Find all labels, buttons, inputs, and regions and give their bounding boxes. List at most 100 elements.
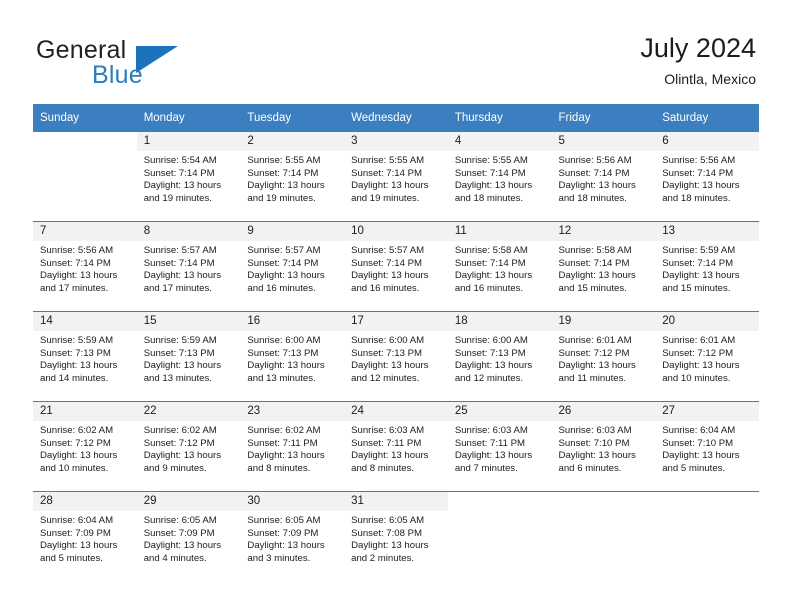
daylight-duration-line2: and 17 minutes.: [143, 282, 212, 294]
sunset-time: Sunset: 7:14 PM: [247, 257, 319, 269]
daylight-duration-line2: and 9 minutes.: [143, 462, 207, 474]
daylight-duration-line1: Daylight: 13 hours: [143, 180, 222, 192]
sunset-time: Sunset: 7:11 PM: [351, 437, 422, 449]
day-details: Sunrise: 5:55 AM Sunset: 7:14 PM Daylight:…: [240, 151, 344, 205]
day-number: 24: [344, 402, 448, 421]
day-details: Sunrise: 5:59 AM Sunset: 7:13 PM Daylight:…: [137, 331, 241, 385]
calendar-day-cell[interactable]: 12 Sunrise: 5:58 AM Sunset: 7:14 PM Dayligh…: [551, 222, 656, 311]
sunset-time: Sunset: 7:14 PM: [143, 167, 215, 179]
calendar-day-cell[interactable]: 21 Sunrise: 6:02 AM Sunset: 7:12 PM Dayligh…: [33, 402, 137, 491]
calendar-day-cell[interactable]: 2 Sunrise: 5:55 AM Sunset: 7:14 PM Daylight…: [240, 132, 345, 221]
daylight-duration-line1: Daylight: 13 hours: [40, 360, 118, 372]
sunrise-time: Sunrise: 6:00 AM: [454, 335, 528, 346]
calendar-week-row: 21 Sunrise: 6:02 AM Sunset: 7:12 PM Dayligh…: [33, 401, 759, 492]
daylight-duration-line2: and 7 minutes.: [454, 462, 518, 474]
sunrise-time: Sunrise: 5:54 AM: [143, 155, 217, 166]
day-number: 20: [655, 312, 759, 331]
calendar-day-cell[interactable]: 17 Sunrise: 6:00 AM Sunset: 7:13 PM Dayligh…: [344, 312, 448, 401]
calendar-day-cell[interactable]: 11 Sunrise: 5:58 AM Sunset: 7:14 PM Dayligh…: [447, 222, 552, 311]
sunrise-time: Sunrise: 6:05 AM: [247, 515, 321, 526]
daylight-duration-line2: and 12 minutes.: [454, 372, 524, 384]
daylight-duration-line2: and 19 minutes.: [143, 192, 212, 204]
day-number: 16: [240, 312, 345, 331]
daylight-duration-line1: Daylight: 13 hours: [247, 540, 325, 552]
daylight-duration-line1: Daylight: 13 hours: [662, 270, 740, 282]
daylight-duration-line1: Daylight: 13 hours: [247, 360, 325, 372]
day-details: Sunrise: 6:05 AM Sunset: 7:09 PM Daylight:…: [240, 511, 344, 565]
calendar-day-cell[interactable]: 15 Sunrise: 5:59 AM Sunset: 7:13 PM Dayligh…: [136, 312, 241, 401]
calendar-day-cell-empty: [33, 132, 137, 221]
daylight-duration-line2: and 14 minutes.: [40, 372, 109, 384]
weekday-header-saturday: Saturday: [655, 104, 759, 132]
daylight-duration-line2: and 18 minutes.: [454, 192, 524, 204]
calendar-day-cell[interactable]: 5 Sunrise: 5:56 AM Sunset: 7:14 PM Daylight…: [551, 132, 656, 221]
daylight-duration-line1: Daylight: 13 hours: [662, 360, 740, 372]
calendar-day-cell[interactable]: 3 Sunrise: 5:55 AM Sunset: 7:14 PM Daylight…: [344, 132, 448, 221]
sunrise-time: Sunrise: 6:01 AM: [662, 335, 736, 346]
calendar-day-cell[interactable]: 7 Sunrise: 5:56 AM Sunset: 7:14 PM Daylight…: [33, 222, 137, 311]
calendar-day-cell[interactable]: 19 Sunrise: 6:01 AM Sunset: 7:12 PM Dayligh…: [551, 312, 656, 401]
daylight-duration-line1: Daylight: 13 hours: [40, 450, 118, 462]
day-number: 14: [33, 312, 137, 331]
brand-name-blue: Blue: [92, 61, 143, 89]
calendar-day-cell[interactable]: 13 Sunrise: 5:59 AM Sunset: 7:14 PM Dayligh…: [655, 222, 759, 311]
calendar-day-cell[interactable]: 24 Sunrise: 6:03 AM Sunset: 7:11 PM Dayligh…: [344, 402, 448, 491]
sunrise-time: Sunrise: 5:58 AM: [558, 245, 632, 256]
daylight-duration-line1: Daylight: 13 hours: [662, 450, 740, 462]
calendar-day-cell[interactable]: 31 Sunrise: 6:05 AM Sunset: 7:08 PM Dayligh…: [344, 492, 448, 581]
day-number: 1: [136, 132, 241, 151]
day-details: Sunrise: 5:57 AM Sunset: 7:14 PM Daylight:…: [137, 241, 241, 295]
calendar-day-cell[interactable]: 25 Sunrise: 6:03 AM Sunset: 7:11 PM Dayligh…: [447, 402, 552, 491]
day-details: Sunrise: 5:57 AM Sunset: 7:14 PM Daylight:…: [240, 241, 344, 295]
calendar-day-cell[interactable]: 10 Sunrise: 5:57 AM Sunset: 7:14 PM Dayligh…: [344, 222, 448, 311]
day-details: Sunrise: 6:04 AM Sunset: 7:09 PM Daylight:…: [33, 511, 137, 565]
day-details: Sunrise: 6:02 AM Sunset: 7:12 PM Daylight:…: [33, 421, 137, 475]
calendar-week-row: 7 Sunrise: 5:56 AM Sunset: 7:14 PM Daylight…: [33, 221, 759, 312]
daylight-duration-line2: and 15 minutes.: [662, 282, 731, 294]
calendar-day-cell[interactable]: 26 Sunrise: 6:03 AM Sunset: 7:10 PM Dayligh…: [551, 402, 656, 491]
brand-logo[interactable]: General Blue: [36, 36, 296, 92]
daylight-duration-line2: and 18 minutes.: [662, 192, 731, 204]
day-number: 13: [655, 222, 759, 241]
day-details: Sunrise: 5:58 AM Sunset: 7:14 PM Daylight:…: [552, 241, 656, 295]
daylight-duration-line1: Daylight: 13 hours: [454, 360, 533, 372]
calendar-day-cell[interactable]: 4 Sunrise: 5:55 AM Sunset: 7:14 PM Daylight…: [447, 132, 552, 221]
daylight-duration-line1: Daylight: 13 hours: [143, 270, 222, 282]
sunset-time: Sunset: 7:14 PM: [40, 257, 111, 269]
daylight-duration-line2: and 10 minutes.: [662, 372, 731, 384]
sunset-time: Sunset: 7:14 PM: [454, 257, 526, 269]
day-details: Sunrise: 5:55 AM Sunset: 7:14 PM Daylight:…: [448, 151, 552, 205]
day-number: 2: [240, 132, 345, 151]
daylight-duration-line1: Daylight: 13 hours: [247, 180, 325, 192]
calendar-day-cell[interactable]: 27 Sunrise: 6:04 AM Sunset: 7:10 PM Dayligh…: [655, 402, 759, 491]
page-title: July 2024: [640, 33, 756, 63]
calendar-day-cell[interactable]: 28 Sunrise: 6:04 AM Sunset: 7:09 PM Dayligh…: [33, 492, 137, 581]
calendar-day-cell[interactable]: 20 Sunrise: 6:01 AM Sunset: 7:12 PM Dayligh…: [655, 312, 759, 401]
calendar-day-cell[interactable]: 29 Sunrise: 6:05 AM Sunset: 7:09 PM Dayligh…: [136, 492, 241, 581]
daylight-duration-line2: and 16 minutes.: [351, 282, 420, 294]
sunrise-time: Sunrise: 5:58 AM: [454, 245, 528, 256]
daylight-duration-line1: Daylight: 13 hours: [454, 270, 533, 282]
sunset-time: Sunset: 7:10 PM: [662, 437, 734, 449]
calendar-day-cell[interactable]: 1 Sunrise: 5:54 AM Sunset: 7:14 PM Daylight…: [136, 132, 241, 221]
sunrise-time: Sunrise: 5:59 AM: [143, 335, 217, 346]
calendar-day-cell[interactable]: 8 Sunrise: 5:57 AM Sunset: 7:14 PM Daylight…: [136, 222, 241, 311]
calendar-page: General Blue July 2024 Olintla, Mexico S…: [0, 0, 792, 612]
day-details: Sunrise: 5:57 AM Sunset: 7:14 PM Daylight:…: [344, 241, 448, 295]
sunset-time: Sunset: 7:09 PM: [40, 527, 111, 539]
calendar-day-cell[interactable]: 9 Sunrise: 5:57 AM Sunset: 7:14 PM Daylight…: [240, 222, 345, 311]
calendar-day-cell[interactable]: 30 Sunrise: 6:05 AM Sunset: 7:09 PM Dayligh…: [240, 492, 345, 581]
calendar-day-cell[interactable]: 14 Sunrise: 5:59 AM Sunset: 7:13 PM Dayligh…: [33, 312, 137, 401]
weekday-header-monday: Monday: [136, 104, 241, 132]
calendar-day-cell[interactable]: 18 Sunrise: 6:00 AM Sunset: 7:13 PM Dayligh…: [447, 312, 552, 401]
calendar-day-cell[interactable]: 6 Sunrise: 5:56 AM Sunset: 7:14 PM Daylight…: [655, 132, 759, 221]
sunrise-time: Sunrise: 5:57 AM: [351, 245, 425, 256]
day-number: 21: [33, 402, 137, 421]
calendar-day-cell[interactable]: 16 Sunrise: 6:00 AM Sunset: 7:13 PM Dayligh…: [240, 312, 345, 401]
day-details: Sunrise: 6:00 AM Sunset: 7:13 PM Daylight:…: [344, 331, 448, 385]
day-number: 30: [240, 492, 345, 511]
daylight-duration-line2: and 8 minutes.: [351, 462, 415, 474]
calendar-day-cell[interactable]: 22 Sunrise: 6:02 AM Sunset: 7:12 PM Dayligh…: [136, 402, 241, 491]
calendar-day-cell[interactable]: 23 Sunrise: 6:02 AM Sunset: 7:11 PM Dayligh…: [240, 402, 345, 491]
day-details: Sunrise: 5:58 AM Sunset: 7:14 PM Daylight:…: [448, 241, 552, 295]
